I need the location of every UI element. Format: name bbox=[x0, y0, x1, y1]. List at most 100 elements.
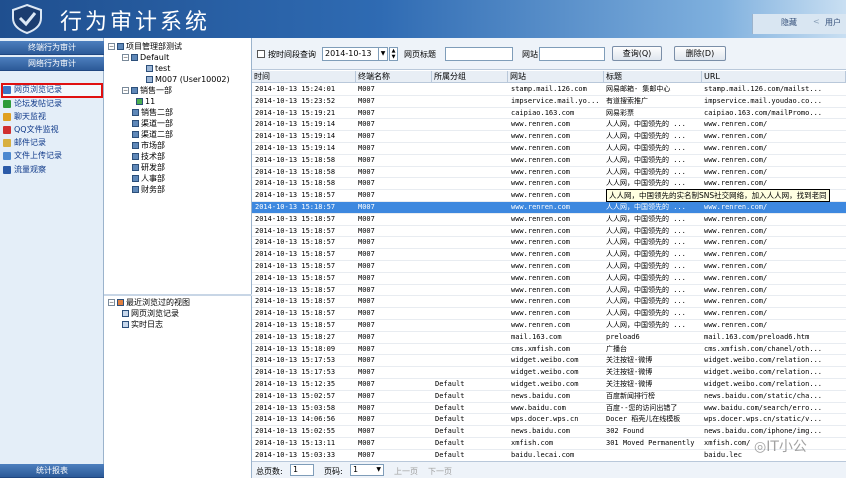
table-row[interactable]: 2014-10-13 15:18:57 M007 www.renren.com 人人网… bbox=[252, 261, 846, 273]
cell-site: www.renren.com bbox=[511, 262, 571, 270]
col-header-title[interactable]: 标题 bbox=[604, 71, 702, 83]
table-row[interactable]: 2014-10-13 15:18:58 M007 www.renren.com 人人网… bbox=[252, 155, 846, 167]
tree-node-market[interactable]: 市场部 bbox=[132, 141, 165, 150]
table-row[interactable]: 2014-10-13 14:06:56 M007 Default wps.docer.… bbox=[252, 414, 846, 427]
cell-site: www.renren.com bbox=[511, 250, 571, 259]
table-row[interactable]: 2014-10-13 15:18:57 M007 www.renren.com 人人网… bbox=[252, 285, 846, 297]
nav-item-file-upload[interactable]: 文件上传记录 bbox=[0, 150, 104, 162]
collapse-icon[interactable]: − bbox=[122, 54, 129, 61]
delete-button[interactable]: 删除(D) bbox=[674, 46, 726, 61]
recent-views-root[interactable]: − 最近浏览过的视图 bbox=[108, 298, 190, 307]
tree-node-tech[interactable]: 技术部 bbox=[132, 152, 165, 161]
table-row[interactable]: 2014-10-13 15:18:27 M007 mail.163.com prelo… bbox=[252, 332, 846, 344]
nav-item-label: QQ文件监视 bbox=[14, 125, 59, 134]
tree-node-default[interactable]: − Default bbox=[122, 53, 169, 62]
tree-node-test[interactable]: test bbox=[146, 64, 170, 73]
cell-time: 2014-10-13 15:03:58 bbox=[255, 403, 336, 412]
table-row[interactable]: 2014-10-13 15:19:21 M007 caipiao.163.com 网易… bbox=[252, 108, 846, 120]
table-row[interactable]: 2014-10-13 15:18:58 M007 www.renren.com 人人网… bbox=[252, 167, 846, 179]
recent-view-log[interactable]: 实时日志 bbox=[122, 320, 163, 329]
cell-terminal: M007 bbox=[358, 332, 375, 341]
table-row[interactable]: 2014-10-13 15:12:35 M007 Default widget.wei… bbox=[252, 379, 846, 391]
table-row[interactable]: 2014-10-13 15:18:57 M007 www.renren.com 人人网… bbox=[252, 226, 846, 238]
tree-node-label: 研发部 bbox=[141, 163, 165, 172]
title-input[interactable] bbox=[445, 47, 513, 61]
table-row[interactable]: 2014-10-13 15:18:57 M007 www.renren.com 人人网… bbox=[252, 296, 846, 309]
table-row[interactable]: 2014-10-13 15:18:57 M007 www.renren.com 人人网… bbox=[252, 237, 846, 250]
col-header-site[interactable]: 网站 bbox=[508, 71, 604, 83]
tree-node-11[interactable]: 11 bbox=[136, 97, 155, 106]
cell-terminal: M007 bbox=[358, 179, 375, 188]
tree-node-hr[interactable]: 人事部 bbox=[132, 174, 165, 183]
table-row[interactable]: 2014-10-13 15:03:58 M007 Default www.baidu.… bbox=[252, 403, 846, 415]
traffic-icon bbox=[3, 166, 11, 174]
collapse-icon[interactable]: − bbox=[122, 87, 129, 94]
nav-item-mail[interactable]: 邮件记录 bbox=[0, 137, 104, 149]
nav-section-terminal-audit[interactable]: 终端行为审计 bbox=[0, 41, 104, 55]
nav-item-qq-file[interactable]: QQ文件监视 bbox=[0, 124, 104, 136]
nav-item-label: 网页浏览记录 bbox=[14, 85, 62, 94]
recent-view-web[interactable]: 网页浏览记录 bbox=[122, 309, 179, 318]
collapse-icon[interactable]: − bbox=[108, 299, 115, 306]
tree-node-channel2[interactable]: 渠道二部 bbox=[132, 130, 173, 139]
group-icon bbox=[132, 120, 139, 127]
cell-url: www.renren.com/ bbox=[704, 214, 768, 223]
cell-url: www.renren.com/ bbox=[704, 144, 768, 152]
table-row[interactable]: 2014-10-13 15:18:57 M007 www.renren.com 人人网… bbox=[252, 320, 846, 332]
cell-terminal: M007 bbox=[358, 356, 375, 365]
table-row[interactable]: 2014-10-13 15:24:01 M007 stamp.mail.126.co… bbox=[252, 84, 846, 96]
nav-footer-statistics[interactable]: 统计报表 bbox=[0, 464, 104, 478]
table-row[interactable]: 2014-10-13 15:02:57 M007 Default news.baidu… bbox=[252, 391, 846, 403]
nav-item-traffic[interactable]: 流量观察 bbox=[0, 164, 104, 176]
nav-item-forum-posts[interactable]: 论坛发帖记录 bbox=[0, 98, 104, 110]
cell-terminal: M007 bbox=[358, 391, 375, 400]
table-row[interactable]: 2014-10-13 15:19:14 M007 www.renren.com 人人网… bbox=[252, 131, 846, 143]
site-input[interactable] bbox=[539, 47, 605, 61]
next-page-link[interactable]: 下一页 bbox=[428, 466, 452, 477]
date-picker[interactable]: 2014-10-13 bbox=[322, 47, 384, 61]
app-title: 行为审计系统 bbox=[60, 10, 211, 35]
col-header-terminal[interactable]: 终端名称 bbox=[356, 71, 432, 83]
nav-section-network-audit[interactable]: 网络行为审计 bbox=[0, 57, 104, 71]
nav-item-chat-monitor[interactable]: 聊天监视 bbox=[0, 111, 104, 123]
recent-icon bbox=[117, 299, 124, 306]
tree-node-finance[interactable]: 财务部 bbox=[132, 185, 165, 194]
prev-page-link[interactable]: 上一页 bbox=[394, 466, 418, 477]
nav-item-web-browsing[interactable]: 网页浏览记录 bbox=[0, 84, 104, 96]
table-row[interactable]: 2014-10-13 15:18:57 M007 www.renren.com 人人网… bbox=[252, 308, 846, 320]
cell-site: www.renren.com bbox=[511, 203, 571, 211]
user-button[interactable]: 用户 bbox=[825, 17, 841, 28]
spinner-icon[interactable]: ▲ ▼ bbox=[389, 47, 398, 61]
table-row[interactable]: 2014-10-13 15:18:57 M007 www.renren.com 人人网… bbox=[252, 249, 846, 261]
time-range-checkbox[interactable] bbox=[257, 50, 265, 58]
table-row[interactable]: 2014-10-13 15:18:57 M007 www.renren.com 人人网… bbox=[252, 214, 846, 226]
page-select[interactable]: 1 ▼ bbox=[350, 464, 384, 476]
tree-node-sales1[interactable]: − 销售一部 bbox=[122, 86, 172, 95]
tree-node-rnd[interactable]: 研发部 bbox=[132, 163, 165, 172]
table-row[interactable]: 2014-10-13 15:19:14 M007 www.renren.com 人人网… bbox=[252, 119, 846, 132]
table-row[interactable]: 2014-10-13 15:18:57 M007 www.renren.com 人人网… bbox=[252, 273, 846, 285]
table-row[interactable]: 2014-10-13 15:23:52 M007 impservice.mail.y… bbox=[252, 96, 846, 108]
hide-button[interactable]: 隐藏 bbox=[781, 17, 797, 28]
dropdown-arrow-icon[interactable]: ▼ bbox=[378, 47, 388, 61]
tree-node-channel1[interactable]: 渠道一部 bbox=[132, 119, 173, 128]
cell-time: 2014-10-13 15:18:57 bbox=[255, 309, 336, 318]
tree-node-m007[interactable]: M007 (User10002) bbox=[146, 75, 230, 84]
table-row[interactable]: 2014-10-13 15:17:53 M007 widget.weibo.com 关… bbox=[252, 355, 846, 368]
table-row[interactable]: 2014-10-13 15:18:57 M007 www.renren.com 人人网… bbox=[252, 202, 846, 214]
col-header-time[interactable]: 时间 bbox=[252, 71, 356, 83]
table-row[interactable]: 2014-10-13 15:18:09 M007 cms.xmfish.com 广播台… bbox=[252, 344, 846, 356]
cell-url: widget.weibo.com/relation... bbox=[704, 380, 823, 388]
tree-node-sales2[interactable]: 销售二部 bbox=[132, 108, 173, 117]
tree-splitter[interactable] bbox=[104, 294, 252, 296]
dropdown-arrow-icon: ▼ bbox=[376, 466, 381, 473]
table-row[interactable]: 2014-10-13 15:19:14 M007 www.renren.com 人人网… bbox=[252, 143, 846, 155]
col-header-url[interactable]: URL bbox=[702, 71, 846, 83]
tree-root[interactable]: − 项目管理部测试 bbox=[108, 42, 182, 51]
query-button[interactable]: 查询(Q) bbox=[612, 46, 662, 61]
table-row[interactable]: 2014-10-13 15:17:53 M007 widget.weibo.com 关… bbox=[252, 367, 846, 379]
cell-site: www.baidu.com bbox=[511, 403, 566, 412]
collapse-icon[interactable]: − bbox=[108, 43, 115, 50]
col-header-group[interactable]: 所属分组 bbox=[432, 71, 508, 83]
cell-url: www.renren.com/ bbox=[704, 203, 768, 211]
